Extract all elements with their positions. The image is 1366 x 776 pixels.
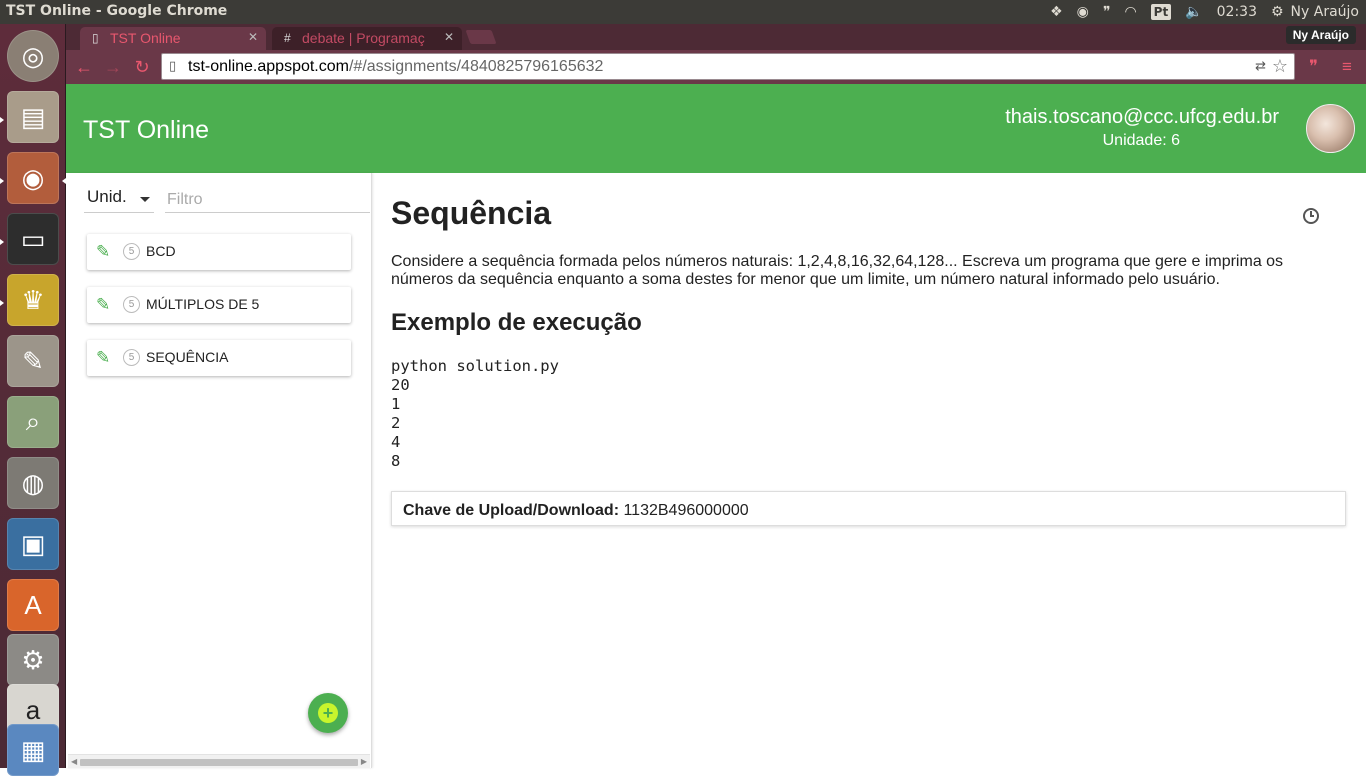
system-tray: ❖ ◉ ❞ ◠ Pt 🔈 02:33 ⚙ Ny Araújo [1043, 0, 1366, 24]
page-icon: ▯ [169, 58, 177, 73]
close-icon[interactable]: ✕ [444, 30, 454, 44]
text-editor-icon[interactable]: ✎ [7, 335, 59, 387]
plus-icon: + [318, 703, 338, 723]
reload-icon[interactable]: ↻ [131, 56, 153, 78]
tab-label: debate | Programaç [302, 30, 425, 46]
forward-arrow-icon[interactable]: → [102, 56, 124, 78]
unity-launcher: ◎ ▤ ◉ ▭ ♛ ✎ ⌕ ◍ ▣ A ⚙ a ▦ [0, 24, 66, 776]
tab-tst-online[interactable]: ▯ TST Online ✕ [80, 27, 266, 50]
assignment-item-sequencia[interactable]: ✎ 5 SEQUÊNCIA [87, 340, 351, 376]
url-path: /#/assignments/4840825796165632 [348, 58, 604, 75]
upload-key-value: 1132B496000000 [623, 502, 749, 519]
libreoffice-impress-icon[interactable]: ▣ [7, 518, 59, 570]
code-line: 1 [391, 395, 401, 413]
code-line: 4 [391, 433, 401, 451]
url-host: tst-online.appspot.com [188, 58, 349, 75]
upload-key-box: Chave de Upload/Download: 1132B496000000 [391, 491, 1346, 526]
pencil-icon[interactable]: ✎ [96, 348, 110, 368]
session-gear-icon[interactable]: ⚙ [1264, 0, 1291, 24]
unit-select[interactable]: Unid. [84, 187, 154, 213]
assignment-name: MÚLTIPLOS DE 5 [146, 296, 260, 312]
clock[interactable]: 02:33 [1210, 0, 1264, 24]
scroll-right-icon[interactable]: ▶ [361, 757, 367, 766]
assignment-item-bcd[interactable]: ✎ 5 BCD [87, 234, 351, 270]
unit-select-value: Unid. [87, 187, 127, 206]
code-line: python solution.py [391, 357, 559, 375]
filter-input[interactable] [165, 187, 370, 213]
profile-badge[interactable]: Ny Araújo [1285, 26, 1356, 44]
assignment-item-multiplos[interactable]: ✎ 5 MÚLTIPLOS DE 5 [87, 287, 351, 323]
assignment-sidebar: Unid. ✎ 5 BCD ✎ 5 MÚLTIPLOS DE 5 ✎ 5 SEQ… [66, 173, 372, 768]
user-unit: Unidade: 6 [1102, 132, 1180, 149]
pencil-icon[interactable]: ✎ [96, 295, 110, 315]
scrollbar-thumb[interactable] [80, 759, 358, 766]
files-icon[interactable]: ▤ [7, 91, 59, 143]
horizontal-scrollbar[interactable]: ◀ ▶ [68, 754, 370, 768]
user-email: thais.toscano@ccc.ufcg.edu.br [1005, 106, 1279, 128]
session-user-name[interactable]: Ny Araújo [1291, 0, 1366, 24]
software-center-icon[interactable]: A [7, 579, 59, 631]
browser-toolbar: ← → ↻ ▯ tst-online.appspot.com/#/assignm… [66, 50, 1366, 84]
close-icon[interactable]: ✕ [248, 30, 258, 44]
files-running-indicator [0, 117, 4, 123]
assignment-name: BCD [146, 243, 176, 259]
app-header: TST Online thais.toscano@ccc.ufcg.edu.br… [66, 84, 1366, 173]
example-code-block: python solution.py 20 1 2 4 8 [391, 357, 559, 471]
image-viewer-icon[interactable]: ⌕ [7, 396, 59, 448]
window-title: TST Online - Google Chrome [6, 3, 228, 19]
os-top-panel: TST Online - Google Chrome ❖ ◉ ❞ ◠ Pt 🔈 … [0, 0, 1366, 24]
example-heading: Exemplo de execução [391, 309, 642, 336]
bookmark-star-icon[interactable]: ☆ [1272, 56, 1288, 77]
browser-frame: ▯ TST Online ✕ # debate | Programaç ✕ Ny… [66, 24, 1366, 84]
tab-label: TST Online [110, 30, 181, 46]
tab-strip: ▯ TST Online ✕ # debate | Programaç ✕ Ny… [66, 24, 1366, 50]
pidgin-icon[interactable]: ♛ [7, 274, 59, 326]
assignment-title: Sequência [391, 195, 552, 231]
assignment-name: SEQUÊNCIA [146, 349, 229, 365]
tab-debate[interactable]: # debate | Programaç ✕ [272, 27, 462, 50]
rhythmbox-icon[interactable]: ◍ [7, 457, 59, 509]
code-line: 8 [391, 452, 401, 470]
add-assignment-button[interactable]: + [308, 693, 348, 733]
terminal-running-indicator [0, 239, 4, 245]
history-clock-icon[interactable] [1303, 208, 1319, 224]
unit-badge: 5 [123, 296, 140, 313]
new-tab-button[interactable] [465, 30, 497, 44]
translate-icon[interactable]: ⇄ [1255, 58, 1266, 74]
terminal-icon[interactable]: ▭ [7, 213, 59, 265]
scroll-left-icon[interactable]: ◀ [71, 757, 77, 766]
menu-icon[interactable]: ≡ [1342, 57, 1352, 77]
assignment-detail: Sequência Considere a sequência formada … [373, 173, 1366, 768]
unit-badge: 5 [123, 349, 140, 366]
code-line: 20 [391, 376, 410, 394]
unit-badge: 5 [123, 243, 140, 260]
upload-key-label: Chave de Upload/Download: [403, 502, 620, 519]
dropbox-icon[interactable]: ❖ [1043, 0, 1070, 24]
keyboard-layout-indicator[interactable]: Pt [1144, 0, 1179, 24]
chevron-down-icon [140, 197, 150, 202]
volume-icon[interactable]: 🔈 [1178, 0, 1209, 24]
system-settings-icon[interactable]: ⚙ [7, 634, 59, 686]
chrome-tray-icon[interactable]: ◉ [1070, 0, 1096, 24]
wifi-icon[interactable]: ◠ [1117, 0, 1143, 24]
assignment-description: Considere a sequência formada pelos núme… [391, 253, 1284, 288]
chrome-running-indicator [0, 178, 4, 184]
back-arrow-icon[interactable]: ← [73, 56, 95, 78]
hash-icon: # [284, 31, 291, 45]
pidgin-running-indicator [0, 300, 4, 306]
ubuntu-dash-icon[interactable]: ◎ [7, 30, 59, 82]
chrome-icon[interactable]: ◉ [7, 152, 59, 204]
workspaces-icon[interactable]: ▦ [7, 724, 59, 776]
avatar[interactable] [1306, 104, 1355, 153]
page-icon: ▯ [92, 31, 99, 45]
address-bar[interactable]: ▯ tst-online.appspot.com/#/assignments/4… [161, 53, 1295, 80]
app-title[interactable]: TST Online [83, 116, 209, 145]
code-line: 2 [391, 414, 401, 432]
pencil-icon[interactable]: ✎ [96, 242, 110, 262]
extension-icon[interactable]: ❞ [1309, 57, 1318, 77]
notification-icon[interactable]: ❞ [1096, 0, 1118, 24]
